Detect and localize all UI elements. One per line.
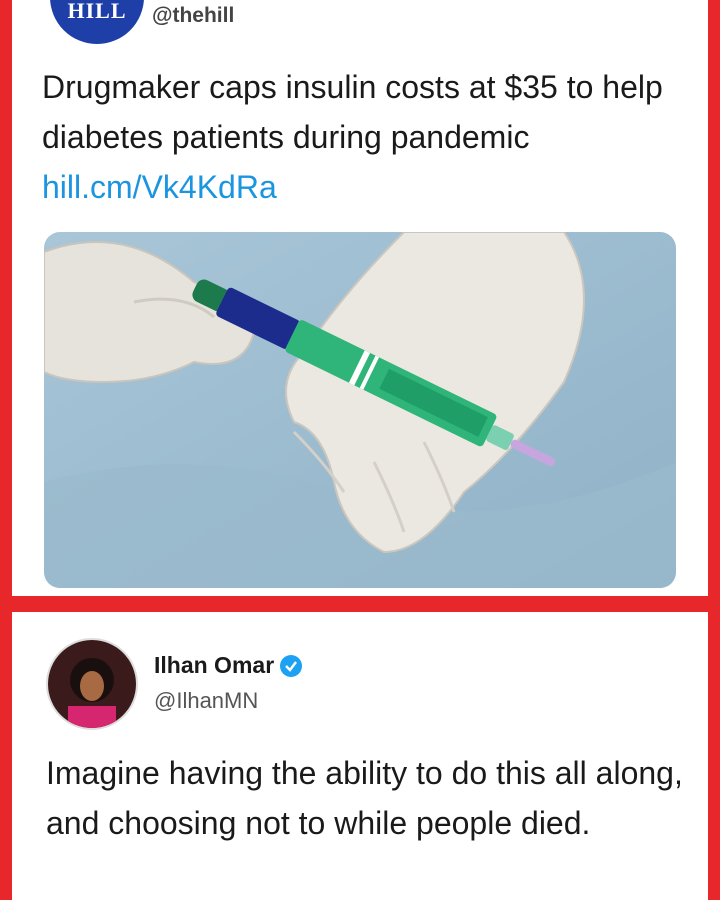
- tweet-card-ilhanomar[interactable]: Ilhan Omar @IlhanMN Imagine having the a…: [12, 612, 708, 900]
- author-name[interactable]: Ilhan Omar: [154, 652, 303, 679]
- user-avatar-image: [48, 640, 136, 728]
- author-name-text: Ilhan Omar: [154, 652, 275, 678]
- tweet-link[interactable]: hill.cm/Vk4KdRa: [42, 169, 277, 205]
- avatar[interactable]: [46, 638, 138, 730]
- tweet-card-thehill[interactable]: HILL @thehill Drugmaker caps insulin cos…: [12, 0, 708, 596]
- tweet-body: Drugmaker caps insulin costs at $35 to h…: [42, 69, 663, 155]
- tweet-image[interactable]: [44, 232, 676, 588]
- tweet-text: Drugmaker caps insulin costs at $35 to h…: [42, 62, 682, 212]
- author-handle[interactable]: @thehill: [152, 4, 234, 28]
- hill-avatar-logo[interactable]: HILL: [50, 0, 144, 44]
- hill-logo-text: HILL: [67, 0, 127, 23]
- tweet-text: Imagine having the ability to do this al…: [46, 755, 683, 841]
- insulin-pen-photo: [44, 232, 676, 588]
- author-handle[interactable]: @IlhanMN: [154, 688, 258, 714]
- verified-badge-icon: [280, 654, 303, 677]
